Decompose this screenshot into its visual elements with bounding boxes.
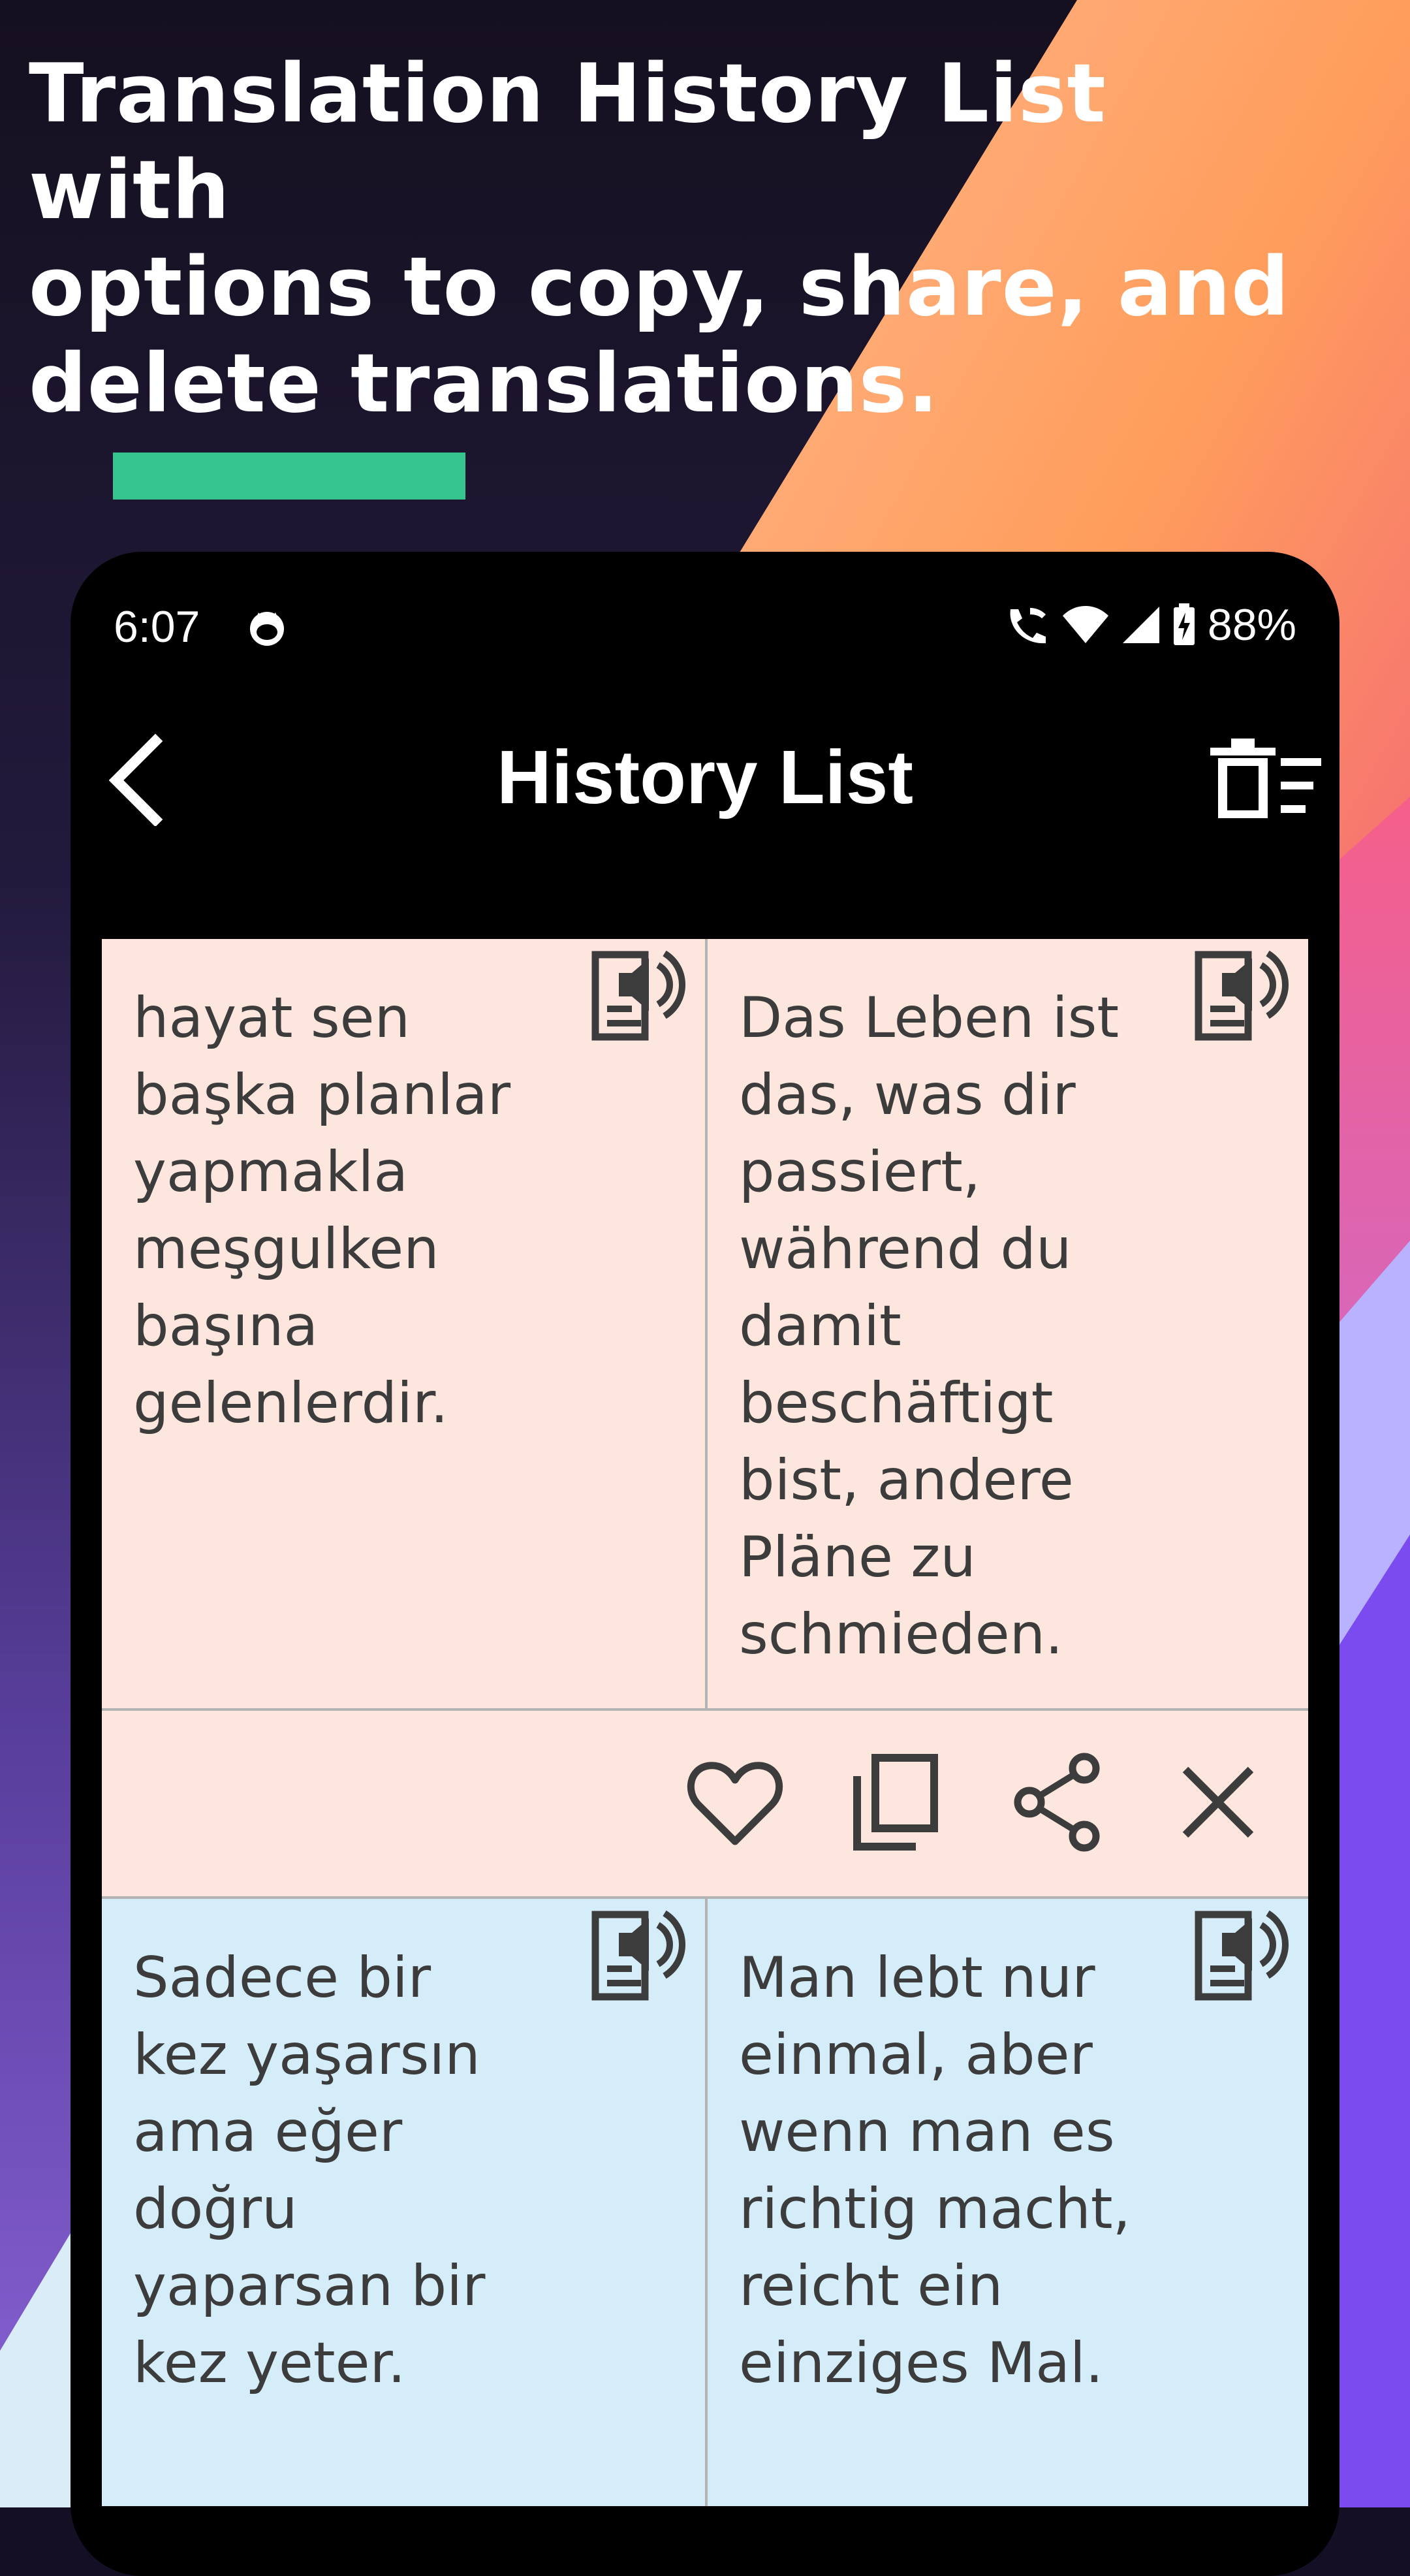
wifi-icon: [1062, 606, 1108, 643]
battery-percentage: 88%: [1207, 600, 1296, 650]
delete-all-icon[interactable]: [1204, 728, 1328, 826]
signal-icon: [1122, 607, 1159, 643]
target-text-cell: Man lebt nur einmal, aber wenn man es ri…: [705, 1899, 1308, 2506]
status-icons: 88%: [1004, 599, 1296, 651]
status-time: 6:07: [114, 602, 200, 652]
headline-line-2: options to copy, share, and: [29, 240, 1290, 334]
history-item: Sadece bir kez yaşarsın ama eğer doğru y…: [102, 1899, 1308, 2506]
target-text: Man lebt nur einmal, aber wenn man es ri…: [739, 1945, 1131, 2396]
page-title: History List: [496, 735, 914, 819]
chevron-left-icon[interactable]: [90, 728, 188, 826]
headline-line-3: delete translations.: [29, 337, 939, 431]
accent-bar: [113, 453, 465, 500]
history-item: hayat sen başka planlar yapmakla meşgulk…: [102, 939, 1308, 1899]
target-text-cell: Das Leben ist das, was dir passiert, wäh…: [705, 939, 1308, 1708]
history-text-row: hayat sen başka planlar yapmakla meşgulk…: [102, 939, 1308, 1708]
source-text-cell: hayat sen başka planlar yapmakla meşgulk…: [102, 939, 705, 1708]
speak-icon[interactable]: [1185, 939, 1296, 1050]
cat-notification-icon: [250, 612, 284, 646]
phone-frame: 6:07 88% History List hayat sen başka pl…: [70, 552, 1340, 2576]
speak-icon[interactable]: [1185, 1899, 1296, 2010]
source-text: hayat sen başka planlar yapmakla meşgulk…: [133, 985, 511, 1436]
history-list: hayat sen başka planlar yapmakla meşgulk…: [102, 939, 1308, 2506]
toolbar: History List: [70, 708, 1340, 839]
source-text-cell: Sadece bir kez yaşarsın ama eğer doğru y…: [102, 1899, 705, 2506]
favorite-icon[interactable]: [683, 1750, 787, 1854]
headline-line-1: Translation History List with: [29, 47, 1106, 238]
source-text: Sadece bir kez yaşarsın ama eğer doğru y…: [133, 1945, 486, 2396]
delete-icon[interactable]: [1166, 1750, 1270, 1854]
copy-icon[interactable]: [843, 1750, 947, 1854]
target-text: Das Leben ist das, was dir passiert, wäh…: [739, 985, 1120, 1667]
headline: Translation History List with options to…: [29, 46, 1334, 432]
speak-icon[interactable]: [582, 1899, 693, 2010]
history-actions: [102, 1708, 1308, 1899]
status-bar: 6:07 88%: [70, 552, 1340, 708]
wifi-call-icon: [1010, 608, 1046, 644]
history-text-row: Sadece bir kez yaşarsın ama eğer doğru y…: [102, 1899, 1308, 2506]
share-icon[interactable]: [1006, 1750, 1110, 1854]
battery-charging-icon: [1173, 603, 1195, 645]
speak-icon[interactable]: [582, 939, 693, 1050]
